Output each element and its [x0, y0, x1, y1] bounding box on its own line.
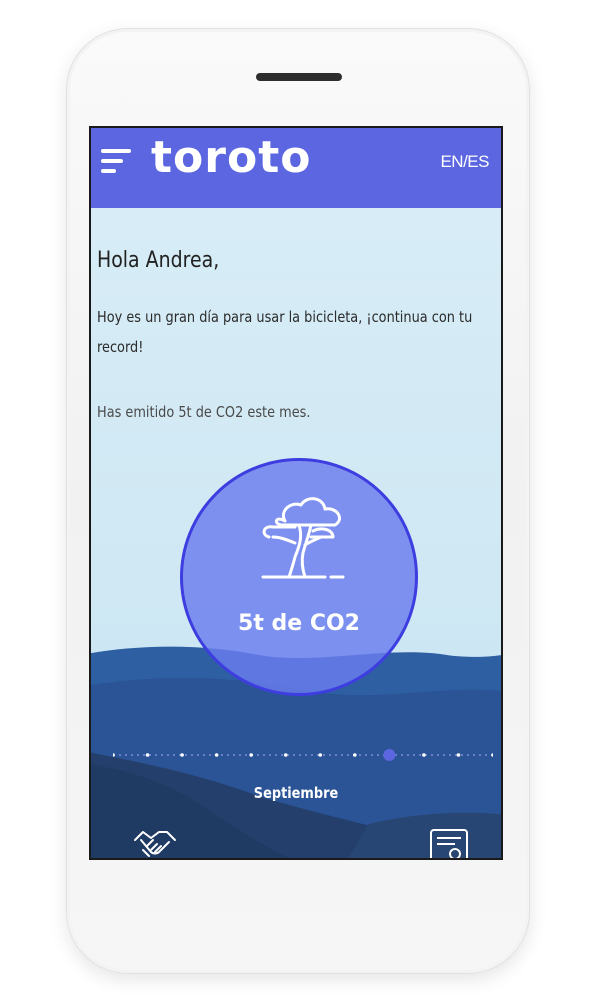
month-tick[interactable]	[353, 753, 357, 757]
app-header: toroto EN/ES	[91, 128, 501, 208]
hamburger-menu-icon[interactable]	[101, 149, 131, 175]
month-tick[interactable]	[318, 753, 323, 757]
month-tick[interactable]	[214, 753, 219, 757]
month-slider-thumb[interactable]	[383, 749, 396, 761]
handshake-icon[interactable]	[131, 826, 179, 860]
tree-icon	[261, 497, 345, 579]
greeting-heading: Hola Andrea,	[97, 248, 220, 273]
month-label: Septiembre	[253, 784, 339, 802]
month-tick[interactable]	[249, 753, 253, 757]
co2-value: 5t de CO2	[238, 611, 360, 636]
month-slider[interactable]	[113, 748, 493, 762]
phone-speaker	[256, 73, 342, 81]
month-tick[interactable]	[422, 753, 426, 757]
motivation-message: Hoy es un gran día para usar la biciclet…	[97, 308, 473, 356]
month-tick[interactable]	[283, 753, 288, 757]
month-tick[interactable]	[145, 753, 150, 757]
document-icon[interactable]	[425, 828, 473, 860]
month-tick[interactable]	[113, 753, 115, 757]
emissions-summary: Has emitido 5t de CO2 este mes.	[97, 403, 311, 421]
month-tick[interactable]	[180, 753, 184, 757]
brand-logo: toroto	[151, 132, 312, 183]
month-tick[interactable]	[456, 753, 461, 757]
app-screen: toroto EN/ES Hola Andrea, Hoy es un gran…	[89, 126, 503, 860]
co2-badge[interactable]: 5t de CO2	[180, 458, 418, 696]
language-toggle[interactable]: EN/ES	[440, 152, 489, 172]
month-tick[interactable]	[491, 753, 493, 757]
